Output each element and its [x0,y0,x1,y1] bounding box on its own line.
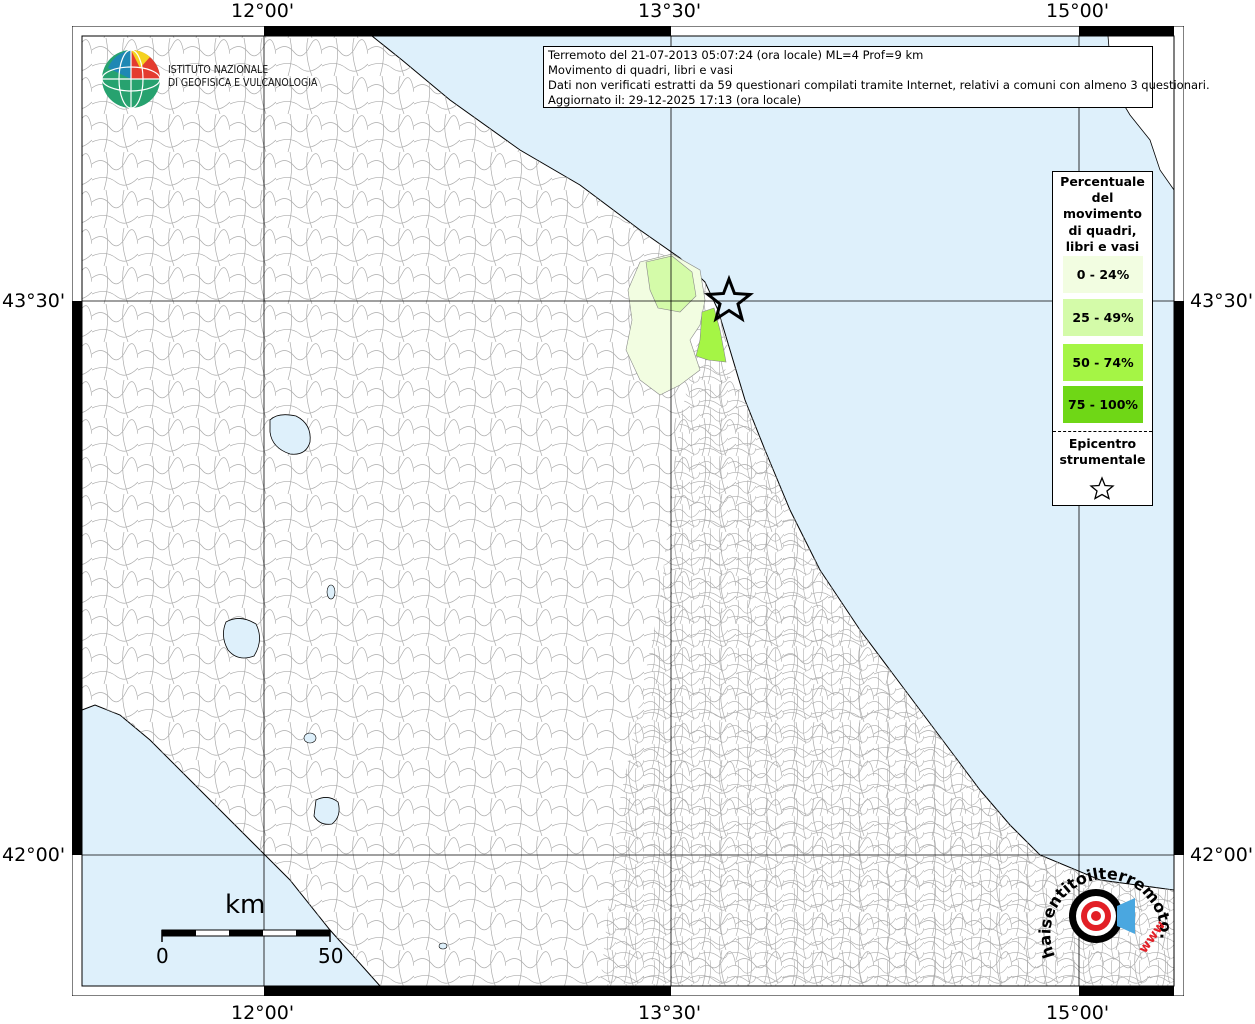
lon-label-15-bottom: 15°00' [1046,1002,1110,1024]
scale-max: 50 [318,944,344,968]
lake-small-2 [303,732,317,744]
scale-min: 0 [156,944,169,968]
lake-small-1 [326,584,336,600]
event-info-box: Terremoto del 21-07-2013 05:07:24 (ora l… [543,46,1210,108]
lake-bracciano [313,797,340,825]
ingv-logo-text: ISTITUTO NAZIONALE DI GEOFISICA E VULCAN… [168,63,318,89]
lon-label-15: 15°00' [1046,0,1110,22]
legend-separator [1053,431,1152,432]
legend-title: Percentuale del movimento di quadri, lib… [1060,174,1145,254]
star-icon [1089,476,1115,500]
lon-label-12-bottom: 12°00' [231,1002,295,1024]
legend-class-50-74: 50 - 74% [1063,344,1143,381]
lake-small-3 [438,942,448,950]
lat-label-42-right: 42°00' [1190,844,1254,866]
ingv-logo-icon [101,49,161,109]
event-data-note: Dati non verificati estratti da 59 quest… [548,78,1210,92]
scale-unit: km [225,890,266,920]
map[interactable] [72,26,1184,996]
legend-class-0-24: 0 - 24% [1063,256,1143,293]
event-updated: Aggiornato il: 29-12-2025 17:13 (ora loc… [548,93,802,107]
lon-label-12: 12°00' [231,0,295,22]
event-title: Terremoto del 21-07-2013 05:07:24 (ora l… [548,48,924,62]
lon-label-13-30-bottom: 13°30' [638,1002,702,1024]
legend-class-25-49: 25 - 49% [1063,299,1143,336]
lon-label-13-30: 13°30' [638,0,702,22]
legend-class-75-100: 75 - 100% [1063,386,1143,423]
lat-label-43-30-right: 43°30' [1190,290,1254,312]
lat-label-42: 42°00' [2,844,66,866]
lat-label-43-30: 43°30' [2,290,66,312]
haisentito-logo-icon: haisentitoilterremoto.it www [1035,846,1176,961]
legend-epicenter-label: Epicentro strumentale [1059,436,1146,467]
event-subtitle: Movimento di quadri, libri e vasi [548,63,734,77]
legend: Percentuale del movimento di quadri, lib… [1052,171,1153,506]
